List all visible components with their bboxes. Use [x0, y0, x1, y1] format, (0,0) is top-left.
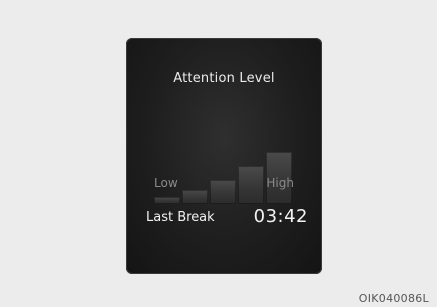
scale-low-label: Low [154, 176, 178, 190]
last-break-time: 03:42 [253, 206, 308, 227]
attention-level-title: Attention Level [173, 71, 275, 86]
scale-high-label: High [266, 176, 294, 190]
attention-level-bar-2 [182, 190, 208, 204]
attention-level-bar-graph [154, 122, 294, 204]
figure-code: OIK040086L [358, 292, 429, 305]
attention-level-bar-1 [154, 197, 180, 204]
attention-level-bar-4 [238, 166, 264, 204]
last-break-label: Last Break [146, 210, 215, 225]
attention-level-bar-3 [210, 180, 236, 204]
attention-level-display: Attention Level Low High Last Break 03:4… [126, 38, 322, 274]
